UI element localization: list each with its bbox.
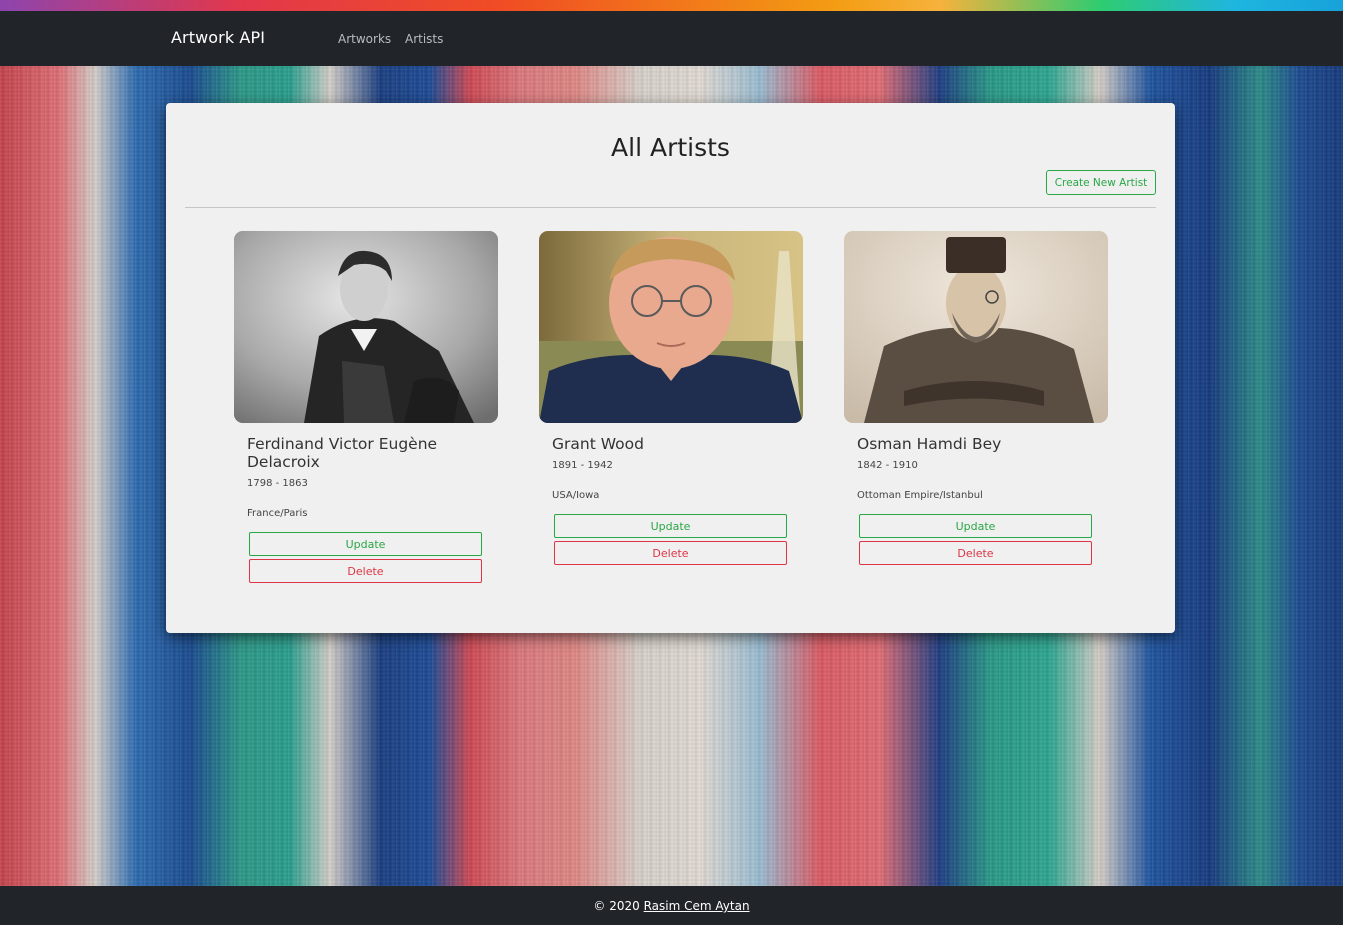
artist-portrait xyxy=(234,231,498,423)
page-title: All Artists xyxy=(611,133,730,162)
copyright-text: © 2020 xyxy=(593,899,640,913)
update-button[interactable]: Update xyxy=(554,514,787,538)
footer: © 2020 Rasim Cem Aytan xyxy=(0,886,1343,925)
artist-card: Osman Hamdi Bey 1842 - 1910 Ottoman Empi… xyxy=(844,231,1108,565)
artist-location: USA/Iowa xyxy=(552,490,600,501)
divider xyxy=(185,207,1156,208)
nav-link-artists[interactable]: Artists xyxy=(405,32,443,46)
artist-location: France/Paris xyxy=(247,508,308,519)
top-gradient-stripe xyxy=(0,0,1343,11)
update-button[interactable]: Update xyxy=(859,514,1092,538)
nav-link-artworks[interactable]: Artworks xyxy=(338,32,391,46)
artist-portrait xyxy=(539,231,803,423)
artist-years: 1798 - 1863 xyxy=(247,478,308,489)
artist-name: Grant Wood xyxy=(552,435,644,453)
artist-portrait xyxy=(844,231,1108,423)
navbar: Artwork API Artworks Artists xyxy=(0,11,1343,66)
delete-button[interactable]: Delete xyxy=(859,541,1092,565)
create-artist-button[interactable]: Create New Artist xyxy=(1046,170,1156,195)
update-button[interactable]: Update xyxy=(249,532,482,556)
delete-button[interactable]: Delete xyxy=(249,559,482,583)
artist-location: Ottoman Empire/Istanbul xyxy=(857,490,983,501)
artist-name: Osman Hamdi Bey xyxy=(857,435,1002,453)
artist-card: Ferdinand Victor Eugène Delacroix 1798 -… xyxy=(234,231,498,583)
delete-button[interactable]: Delete xyxy=(554,541,787,565)
artist-years: 1842 - 1910 xyxy=(857,460,918,471)
brand-logo[interactable]: Artwork API xyxy=(171,28,265,47)
artist-years: 1891 - 1942 xyxy=(552,460,613,471)
artist-card: Grant Wood 1891 - 1942 USA/Iowa Update D… xyxy=(539,231,803,565)
author-link[interactable]: Rasim Cem Aytan xyxy=(644,899,750,913)
artists-panel: All Artists Create New Artist Ferdinand … xyxy=(166,103,1175,633)
artist-name: Ferdinand Victor Eugène Delacroix xyxy=(247,435,438,471)
